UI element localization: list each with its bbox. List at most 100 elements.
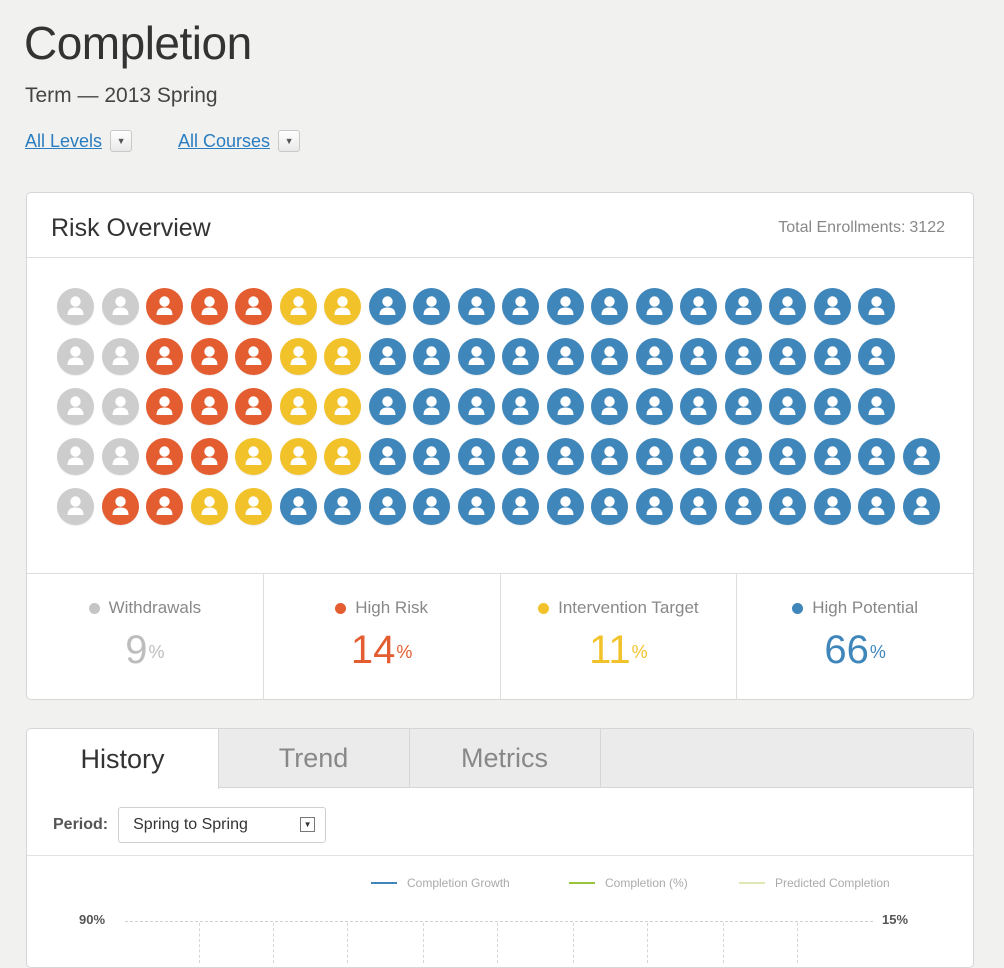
person-icon	[413, 438, 450, 475]
person-icon	[324, 438, 361, 475]
person-icon	[858, 338, 895, 375]
chart-vertical-gridline	[273, 923, 274, 963]
person-icon	[57, 288, 94, 325]
person-icon	[546, 438, 584, 475]
person-icon	[813, 338, 851, 375]
high-potential-dot-icon	[792, 602, 804, 614]
stat-high-risk: High Risk 14%	[264, 574, 501, 700]
tab-trend[interactable]: Trend	[218, 729, 410, 787]
person-icon	[235, 488, 272, 525]
person-icon	[324, 338, 361, 375]
stat-value-intervention: 11%	[501, 628, 737, 672]
legend-item-predicted-completion: Predicted Completion	[739, 876, 890, 890]
chart-vertical-gridline	[573, 923, 574, 963]
person-icon	[546, 338, 584, 375]
period-selector: Period: Spring to Spring ▼	[53, 807, 327, 843]
tab-history[interactable]: History	[27, 729, 219, 789]
chevron-down-icon[interactable]: ▼	[300, 817, 316, 832]
stat-withdrawals: Withdrawals 9%	[27, 574, 264, 700]
person-icon	[101, 438, 139, 475]
period-select[interactable]: Spring to Spring ▼	[118, 807, 327, 843]
person-icon	[902, 488, 940, 525]
person-icon	[101, 338, 139, 375]
risk-overview-title: Risk Overview	[51, 214, 211, 242]
risk-stats: Withdrawals 9% High Risk 14% Interventio…	[27, 573, 973, 700]
courses-filter-link[interactable]: All Courses	[178, 131, 270, 152]
person-icon	[591, 388, 628, 425]
tab-metrics[interactable]: Metrics	[409, 729, 601, 787]
person-icon	[146, 488, 183, 525]
stat-label-intervention: Intervention Target	[558, 598, 699, 617]
person-icon	[546, 388, 584, 425]
person-icon	[813, 288, 851, 325]
person-icon	[368, 388, 406, 425]
risk-overview-header: Risk Overview Total Enrollments: 3122	[27, 193, 973, 258]
person-icon	[813, 488, 851, 525]
person-icon	[502, 438, 539, 475]
legend-line-icon	[569, 882, 595, 884]
person-icon	[279, 288, 317, 325]
stat-value-high-potential: 66%	[737, 628, 973, 672]
person-icon	[368, 488, 406, 525]
person-icon	[279, 438, 317, 475]
person-icon	[635, 388, 673, 425]
person-icon	[101, 488, 139, 525]
person-icon	[146, 288, 183, 325]
person-icon	[324, 388, 361, 425]
person-icon	[413, 388, 450, 425]
person-icon	[190, 438, 228, 475]
person-icon	[235, 288, 272, 325]
legend-item-completion-growth: Completion Growth	[371, 876, 510, 890]
courses-filter[interactable]: All Courses ▼	[178, 130, 301, 152]
completion-page: Completion Term — 2013 Spring All Levels…	[0, 0, 1004, 968]
person-icon	[368, 438, 406, 475]
person-icon	[368, 288, 406, 325]
person-icon	[680, 438, 717, 475]
chart-gridline	[125, 921, 873, 922]
chevron-down-icon[interactable]: ▼	[278, 130, 301, 152]
person-icon	[235, 438, 272, 475]
person-icon	[591, 438, 628, 475]
intervention-percent: 11	[589, 628, 631, 672]
legend-line-icon	[371, 882, 397, 884]
levels-filter[interactable]: All Levels ▼	[25, 130, 133, 152]
levels-filter-link[interactable]: All Levels	[25, 131, 102, 152]
chevron-down-icon[interactable]: ▼	[110, 130, 133, 152]
person-icon	[279, 388, 317, 425]
person-icon	[858, 488, 895, 525]
person-icon	[635, 338, 673, 375]
person-icon	[724, 488, 762, 525]
withdrawals-percent: 9	[125, 628, 148, 672]
person-icon	[724, 338, 762, 375]
person-icon	[502, 388, 539, 425]
tab-bar: History Trend Metrics	[27, 729, 973, 789]
person-icon	[813, 388, 851, 425]
person-icon	[324, 288, 361, 325]
chart-vertical-gridline	[497, 923, 498, 963]
person-icon	[769, 288, 806, 325]
person-icon	[57, 488, 94, 525]
person-icon	[546, 488, 584, 525]
y-axis-right-tick: 15%	[882, 912, 909, 927]
person-icon	[457, 288, 495, 325]
risk-overview-card: Risk Overview Total Enrollments: 3122 Wit…	[26, 192, 974, 700]
term-subtitle: Term — 2013 Spring	[25, 84, 218, 107]
withdrawals-dot-icon	[88, 602, 100, 614]
stat-label-withdrawals: Withdrawals	[108, 598, 202, 617]
total-enrollments-label: Total Enrollments:	[778, 219, 906, 236]
percent-sign: %	[148, 642, 165, 662]
person-icon	[101, 388, 139, 425]
person-icon	[769, 388, 806, 425]
intervention-dot-icon	[538, 602, 550, 614]
person-icon	[413, 288, 450, 325]
person-icon	[146, 438, 183, 475]
person-icon	[190, 288, 228, 325]
person-icon	[101, 288, 139, 325]
divider	[27, 855, 973, 856]
person-icon	[146, 388, 183, 425]
person-icon	[457, 388, 495, 425]
person-icon	[190, 488, 228, 525]
person-icon	[235, 338, 272, 375]
legend-label: Predicted Completion	[775, 876, 890, 890]
person-icon	[279, 488, 317, 525]
